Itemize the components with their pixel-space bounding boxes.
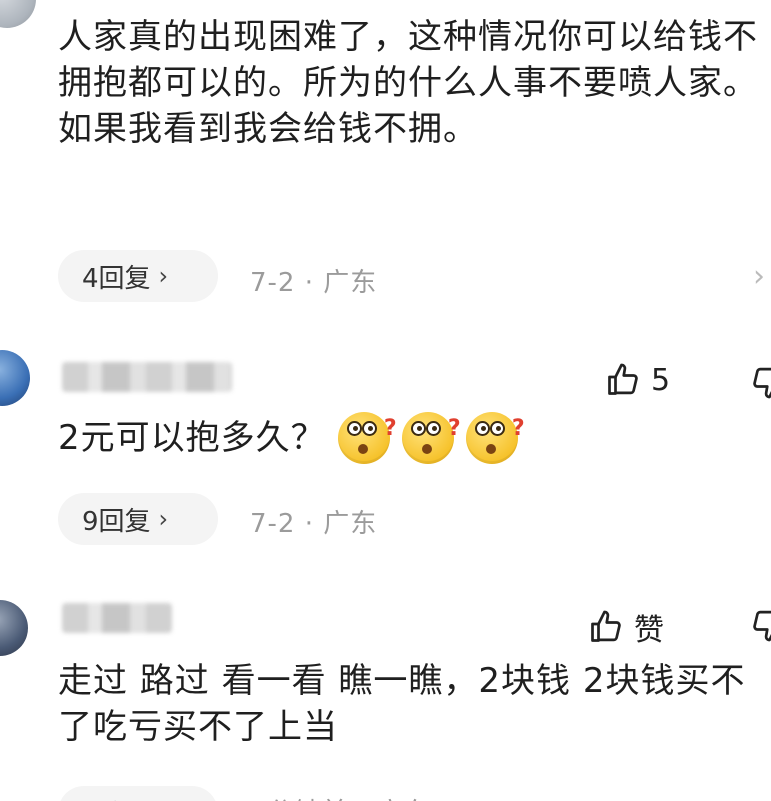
thumbs-down-icon <box>753 367 771 399</box>
avatar[interactable] <box>0 0 36 28</box>
comment-text: 2元可以抱多久？ <box>58 418 326 458</box>
comment-text: 人家真的出现困难了，这种情况你可以给钱不拥抱都可以的。所为的什么人事不要喷人家。… <box>58 17 758 149</box>
reply-count-label: 9回复 <box>82 506 151 537</box>
dislike-button[interactable] <box>750 364 771 400</box>
thumbs-up-icon <box>591 610 621 642</box>
like-count: 5 <box>651 362 671 398</box>
chevron-right-icon: › <box>158 262 169 290</box>
thumbs-up-icon <box>608 363 638 395</box>
like-button[interactable]: 赞 <box>588 605 664 649</box>
username-blurred[interactable] <box>62 603 172 633</box>
comment-section: 人家真的出现困难了，这种情况你可以给钱不拥抱都可以的。所为的什么人事不要喷人家。… <box>0 0 771 801</box>
thumbs-down-icon <box>753 610 771 642</box>
username-blurred[interactable] <box>62 362 232 392</box>
dizzy-confused-emoji-icon: ? <box>337 412 397 464</box>
chevron-right-icon: › <box>158 505 169 533</box>
dizzy-confused-emoji-icon: ? <box>401 412 461 464</box>
avatar[interactable] <box>0 600 28 656</box>
comment-text-row: 2元可以抱多久？ ? ? ? <box>58 412 618 464</box>
avatar[interactable] <box>0 350 30 406</box>
chevron-right-icon[interactable]: › <box>753 259 765 294</box>
like-label: 赞 <box>634 613 664 648</box>
comment-text: 走过 路过 看一看 瞧一瞧，2块钱 2块钱买不了吃亏买不了上当 <box>58 661 746 747</box>
view-replies-button[interactable]: 9回复 › <box>58 493 218 545</box>
view-replies-button[interactable]: 4回复 › <box>58 250 218 302</box>
like-button[interactable]: 5 <box>605 362 670 398</box>
comment-meta: 7-2 · 广东 <box>250 509 378 539</box>
dislike-button[interactable] <box>750 607 771 643</box>
reply-count-label: 回复 <box>82 794 134 801</box>
view-replies-button[interactable]: 回复 › <box>58 786 218 801</box>
comment-meta: 1分钟前 · 广东 <box>250 792 430 801</box>
reply-count-label: 4回复 <box>82 263 151 294</box>
dizzy-confused-emoji-icon: ? <box>465 412 525 464</box>
comment-meta: 7-2 · 广东 <box>250 268 378 298</box>
